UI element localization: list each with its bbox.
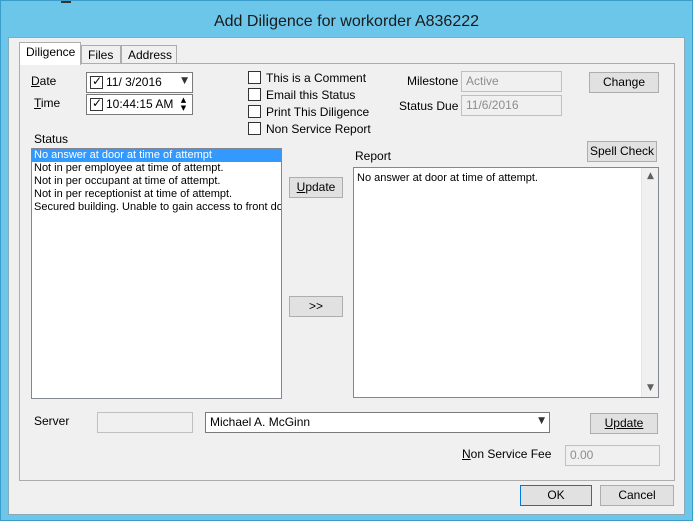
email-checkbox[interactable] [248, 88, 261, 101]
tab-diligence[interactable]: Diligence [19, 42, 81, 65]
server-label: Server [34, 414, 70, 428]
window-title: Add Diligence for workorder A836222 [213, 13, 480, 30]
status-listbox[interactable]: No answer at door at time of attempt Not… [31, 148, 282, 399]
milestone-field: Active [461, 71, 562, 92]
status-item[interactable]: Not in per occupant at time of attempt. [32, 175, 281, 188]
server-update-button[interactable]: Update [590, 413, 658, 434]
server-dropdown[interactable]: Michael A. McGinn ▼ [205, 412, 550, 433]
time-label-rest: ime [40, 96, 61, 110]
date-enabled-checkbox[interactable] [90, 74, 103, 89]
nonservice-checkbox[interactable] [248, 122, 261, 135]
chevron-down-icon[interactable]: ▼ [538, 416, 545, 426]
tab-files[interactable]: Files [81, 45, 121, 64]
comment-label[interactable]: This is a Comment [266, 71, 366, 85]
server-selected: Michael A. McGinn [210, 415, 311, 429]
chevron-down-icon[interactable]: ▼ [181, 76, 188, 86]
time-spinner[interactable]: ▲ ▼ [176, 96, 191, 113]
dialog-window: Add Diligence for workorder A836222 Dili… [0, 0, 693, 521]
diligence-panel: Date 11/ 3/2016 ▼ Time 10:44:15 AM ▲▼ Th… [19, 63, 675, 481]
status-label: Status [34, 132, 69, 146]
scroll-down-icon[interactable]: ▼ [642, 380, 658, 397]
status-due-field: 11/6/2016 [461, 95, 562, 116]
comment-checkbox[interactable] [248, 71, 261, 84]
status-item[interactable]: Not in per employee at time of attempt. [32, 162, 281, 175]
date-label: Date [31, 74, 57, 88]
spin-up-icon[interactable]: ▲ [181, 96, 186, 104]
time-picker[interactable]: 10:44:15 AM ▲▼ [86, 94, 193, 115]
time-label: Time [34, 96, 61, 110]
nonservice-label[interactable]: Non Service Report [266, 122, 371, 136]
print-label[interactable]: Print This Diligence [266, 105, 369, 119]
change-button[interactable]: Change [589, 72, 659, 93]
fee-field: 0.00 [565, 445, 660, 466]
report-scrollbar[interactable]: ▲ ▼ [641, 168, 658, 397]
report-text: No answer at door at time of attempt. [357, 172, 538, 184]
time-value: 10:44:15 AM [106, 97, 174, 111]
server-update-button-label: Update [604, 416, 644, 430]
date-value: 11/ 3/2016 [106, 75, 162, 89]
report-label: Report [355, 149, 392, 163]
report-textarea[interactable]: No answer at door at time of attempt. ▲ … [353, 167, 659, 398]
email-label[interactable]: Email this Status [266, 88, 355, 102]
status-item[interactable]: Secured building. Unable to gain access … [32, 201, 281, 214]
spell-check-button[interactable]: Spell Check [587, 141, 657, 162]
spin-down-icon[interactable]: ▼ [181, 104, 186, 112]
time-enabled-checkbox[interactable] [90, 96, 103, 111]
status-item[interactable]: Not in per receptionist at time of attem… [32, 188, 281, 201]
date-picker[interactable]: 11/ 3/2016 ▼ [86, 72, 193, 93]
system-menu-marker [61, 1, 71, 3]
fee-label: Non Service Fee [462, 447, 552, 461]
milestone-label: Milestone [407, 74, 459, 88]
ok-button[interactable]: OK [520, 485, 592, 506]
dialog-client-area: Diligence Files Address Date 11/ 3/2016 … [8, 37, 685, 515]
status-update-button-rest: pdate [305, 180, 336, 194]
scroll-up-icon[interactable]: ▲ [642, 168, 658, 185]
fee-label-rest: on Service Fee [470, 447, 552, 461]
print-checkbox[interactable] [248, 105, 261, 118]
tab-address[interactable]: Address [121, 45, 177, 64]
move-to-report-button[interactable]: >> [289, 296, 343, 317]
cancel-button[interactable]: Cancel [600, 485, 674, 506]
date-label-rest: ate [39, 74, 57, 88]
status-item[interactable]: No answer at door at time of attempt [32, 149, 281, 162]
status-update-button[interactable]: Update [289, 177, 343, 198]
server-code-field [97, 412, 193, 433]
status-due-label: Status Due [399, 99, 459, 113]
